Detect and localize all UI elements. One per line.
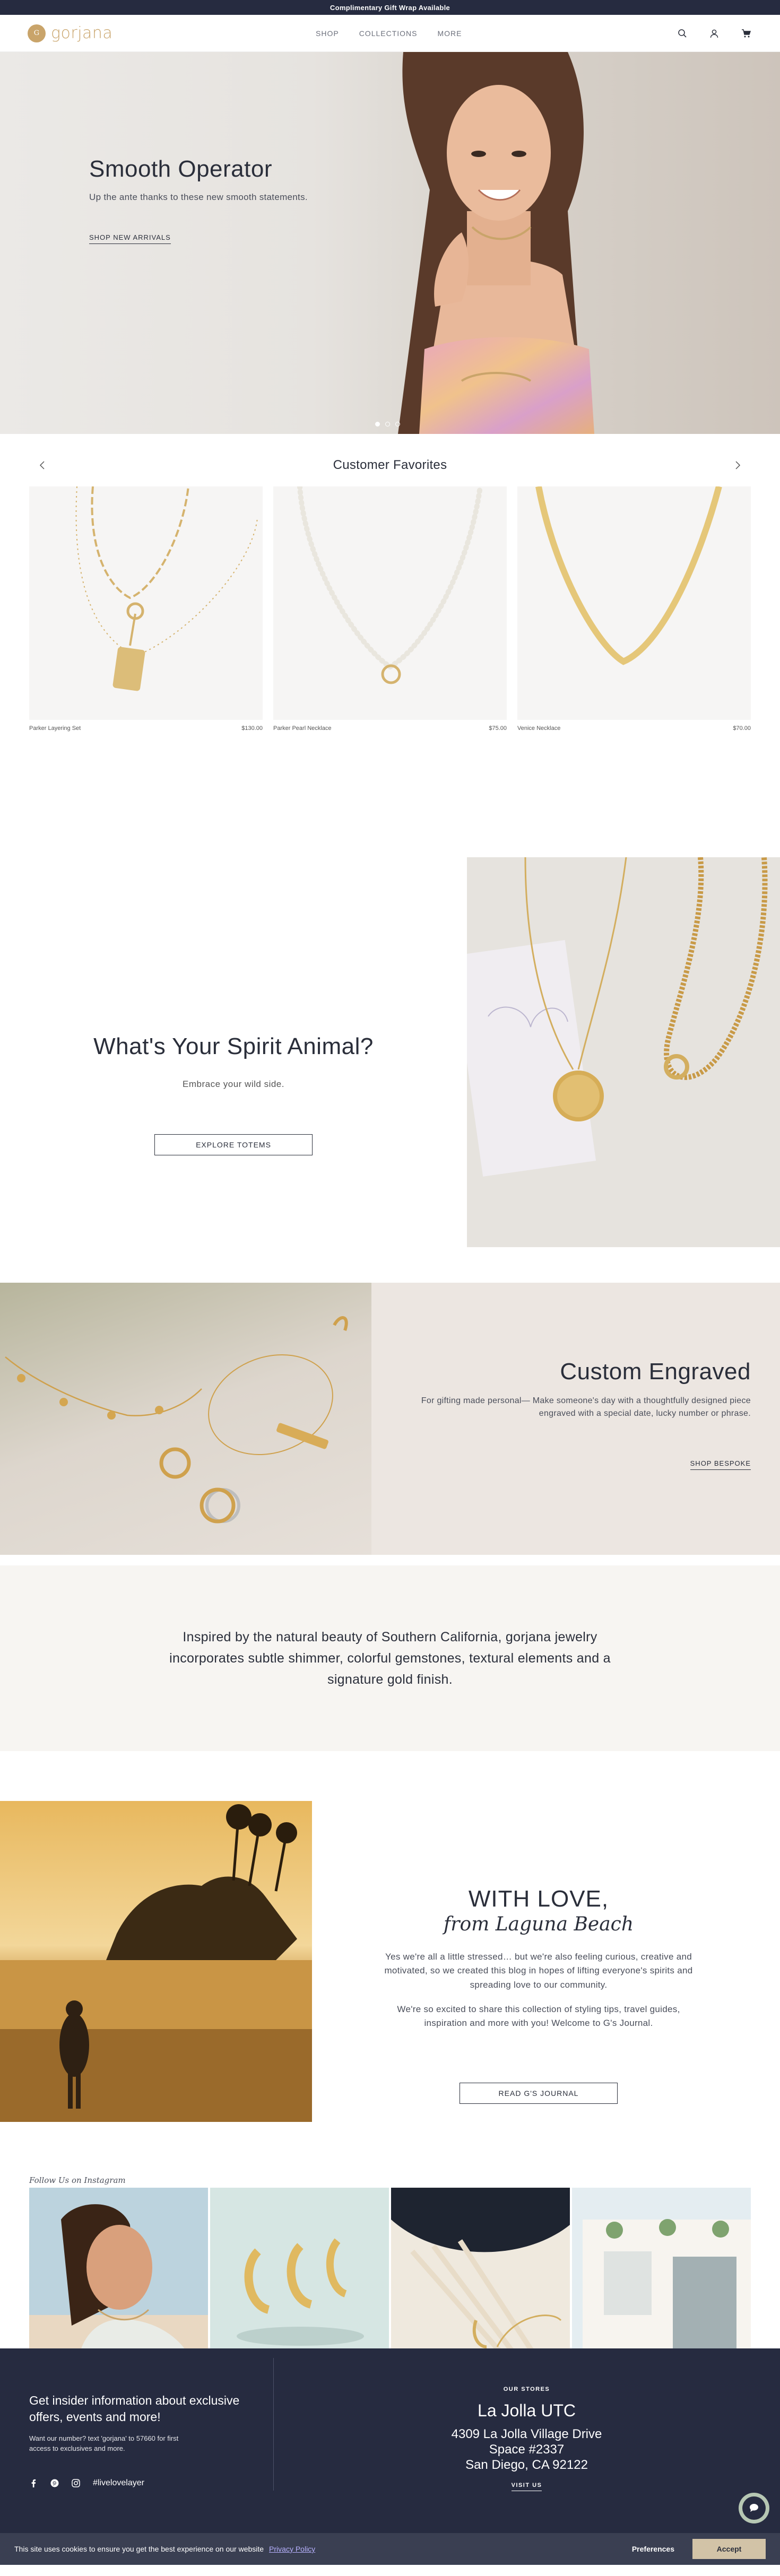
product-name: Parker Pearl Necklace [273, 725, 332, 732]
store-block: OUR STORES La Jolla UTC 4309 La Jolla Vi… [273, 2386, 780, 2492]
hashtag-text: #livelovelayer [93, 2478, 144, 2487]
journal-copy: WITH LOVE, from Laguna Beach Yes we're a… [382, 1886, 695, 2104]
hero-title: Smooth Operator [89, 156, 272, 182]
product-image-venice-necklace [517, 486, 751, 720]
spirit-animal-section: What's Your Spirit Animal? Embrace your … [0, 805, 780, 1283]
search-icon[interactable] [678, 29, 687, 38]
product-name: Parker Layering Set [29, 725, 81, 732]
newsletter-block: Get insider information about exclusive … [29, 2392, 241, 2488]
logo-link[interactable]: G gorjana [28, 24, 112, 42]
custom-engraved-section: Custom Engraved For gifting made persona… [0, 1283, 780, 1555]
cookie-accept-button[interactable]: Accept [692, 2539, 766, 2559]
customer-favorites: Customer Favorites Parker Layering Set $… [0, 434, 780, 805]
product-meta: Parker Pearl Necklace $75.00 [273, 725, 507, 732]
hero-slide-dots [375, 422, 400, 427]
product-card[interactable]: Venice Necklace $70.00 [517, 486, 751, 732]
stores-label: OUR STORES [503, 2386, 550, 2392]
social-links: #livelovelayer [29, 2478, 241, 2488]
address-line-2: Space #2337 [489, 2442, 565, 2457]
favorites-header: Customer Favorites [29, 457, 751, 473]
product-name: Venice Necklace [517, 725, 561, 732]
instagram-post[interactable] [391, 2188, 570, 2366]
instagram-grid [29, 2188, 751, 2366]
chevron-left-icon[interactable] [34, 457, 50, 473]
account-icon[interactable] [709, 29, 719, 38]
product-image-layering-set [29, 486, 263, 720]
product-meta: Parker Layering Set $130.00 [29, 725, 263, 732]
product-card[interactable]: Parker Pearl Necklace $75.00 [273, 486, 507, 732]
instagram-label: Follow Us on Instagram [29, 2175, 126, 2185]
spirit-title: What's Your Spirit Animal? [93, 1033, 374, 1059]
engraved-copy: Custom Engraved For gifting made persona… [401, 1359, 751, 1470]
address-line-1: 4309 La Jolla Village Drive [451, 2427, 602, 2441]
sms-signup-text: Want our number? text 'gorjana' to 57660… [29, 2434, 179, 2452]
announcement-bar: Complimentary Gift Wrap Available [0, 0, 780, 15]
brand-statement: Inspired by the natural beauty of Southe… [0, 1565, 780, 1751]
product-price: $70.00 [733, 725, 751, 732]
nav-shop[interactable]: SHOP [316, 29, 339, 38]
journal-section: WITH LOVE, from Laguna Beach Yes we're a… [0, 1751, 780, 2165]
product-meta: Venice Necklace $70.00 [517, 725, 751, 732]
slide-dot-2[interactable] [385, 422, 390, 427]
slide-dot-3[interactable] [395, 422, 400, 427]
laguna-beach-image [0, 1801, 312, 2122]
engraved-title: Custom Engraved [560, 1359, 751, 1385]
logo-text: gorjana [51, 24, 113, 42]
pinterest-icon[interactable] [50, 2479, 59, 2487]
site-footer: Get insider information about exclusive … [0, 2348, 780, 2565]
favorites-title: Customer Favorites [333, 458, 447, 472]
favorites-grid: Parker Layering Set $130.00 Parker Pearl… [29, 486, 751, 732]
logo-mark: G [28, 24, 46, 42]
hero-banner: Smooth Operator Up the ante thanks to th… [0, 52, 780, 434]
cookie-preferences-button[interactable]: Preferences [632, 2545, 674, 2553]
shop-bespoke-link[interactable]: SHOP BESPOKE [690, 1459, 751, 1470]
instagram-section: Follow Us on Instagram [0, 2165, 780, 2366]
explore-totems-button[interactable]: EXPLORE TOTEMS [154, 1134, 313, 1155]
cookie-message: This site uses cookies to ensure you get… [14, 2545, 264, 2553]
spirit-copy: What's Your Spirit Animal? Embrace your … [0, 1033, 467, 1155]
store-name: La Jolla UTC [478, 2401, 576, 2420]
shop-new-arrivals-link[interactable]: SHOP NEW ARRIVALS [89, 233, 171, 244]
store-address: 4309 La Jolla Village Drive Space #2337 … [273, 2427, 780, 2473]
cart-icon[interactable] [741, 29, 751, 38]
journal-title: WITH LOVE, [468, 1886, 609, 1912]
address-line-3: San Diego, CA 92122 [465, 2457, 588, 2472]
product-price: $130.00 [241, 725, 263, 732]
product-image-pearl-necklace [273, 486, 507, 720]
announcement-text: Complimentary Gift Wrap Available [330, 3, 450, 12]
main-nav: SHOP COLLECTIONS MORE [316, 15, 462, 52]
privacy-policy-link[interactable]: Privacy Policy [269, 2545, 315, 2553]
cookie-banner: This site uses cookies to ensure you get… [0, 2533, 780, 2565]
journal-paragraph-2: We're so excited to share this collectio… [397, 2004, 680, 2029]
chevron-right-icon[interactable] [730, 457, 746, 473]
newsletter-heading: Get insider information about exclusive … [29, 2394, 240, 2424]
chat-widget-button[interactable] [739, 2493, 769, 2523]
slide-dot-1[interactable] [375, 422, 380, 427]
brand-statement-text: Inspired by the natural beauty of Southe… [169, 1630, 611, 1687]
instagram-post[interactable] [29, 2188, 208, 2366]
product-price: $75.00 [489, 725, 507, 732]
nav-more[interactable]: MORE [438, 29, 462, 38]
journal-paragraph-1: Yes we're all a little stressed… but we'… [384, 1952, 693, 1990]
nav-collections[interactable]: COLLECTIONS [359, 29, 418, 38]
engraved-text: For gifting made personal— Make someone'… [421, 1396, 751, 1418]
journal-script-title: from Laguna Beach [443, 1913, 634, 1935]
instagram-post[interactable] [572, 2188, 751, 2366]
hero-model-image [398, 52, 594, 434]
instagram-icon[interactable] [72, 2479, 80, 2487]
spirit-subtitle: Embrace your wild side. [183, 1079, 284, 1089]
hero-copy: Smooth Operator Up the ante thanks to th… [89, 156, 308, 244]
product-card[interactable]: Parker Layering Set $130.00 [29, 486, 263, 732]
visit-us-link[interactable]: VISIT US [511, 2482, 542, 2492]
read-journal-button[interactable]: READ G'S JOURNAL [460, 2082, 618, 2104]
header-icons [678, 15, 751, 52]
instagram-post[interactable] [210, 2188, 389, 2366]
facebook-icon[interactable] [29, 2479, 38, 2487]
hero-subtitle: Up the ante thanks to these new smooth s… [89, 192, 308, 202]
totem-necklaces-image [467, 857, 780, 1247]
chat-icon [742, 2496, 766, 2520]
site-header: G gorjana SHOP COLLECTIONS MORE [0, 15, 780, 52]
